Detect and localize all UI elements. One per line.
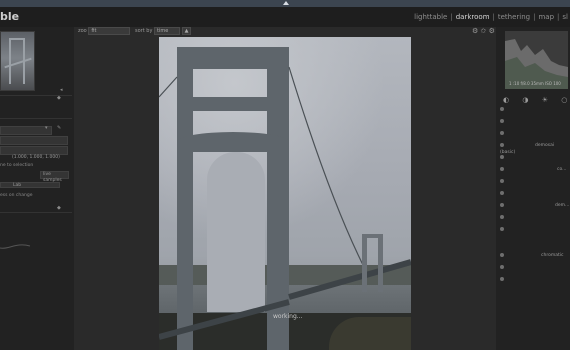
live-samples-button[interactable]: live samples bbox=[40, 171, 69, 183]
chevron-down-icon: ▾ bbox=[45, 125, 48, 131]
module-row[interactable] bbox=[500, 178, 507, 185]
view-separator: | bbox=[557, 13, 560, 21]
circle-icon[interactable]: ◐ bbox=[503, 96, 509, 104]
bridge-cables bbox=[159, 66, 411, 340]
power-icon[interactable] bbox=[500, 178, 504, 183]
histogram-caption: 1 :10 f/8.0 35mm ISO 100 bbox=[509, 81, 561, 86]
sort-label: sort by bbox=[135, 28, 153, 34]
module-label: co... bbox=[557, 167, 567, 172]
divider bbox=[0, 212, 72, 213]
contrast-icon[interactable]: ◑ bbox=[522, 96, 528, 104]
module-row[interactable] bbox=[500, 154, 507, 161]
picker-values: (1.000, 1.000, 1.000) bbox=[12, 155, 60, 160]
power-icon[interactable] bbox=[500, 202, 504, 207]
view-switcher: lighttable | darkroom | tethering | map | sl bbox=[414, 13, 568, 21]
module-row[interactable]: co... bbox=[500, 166, 566, 173]
zoom-control: zoo fit bbox=[78, 27, 131, 36]
expander-arrow-icon[interactable]: ◂ bbox=[60, 87, 63, 93]
sort-dropdown[interactable]: time bbox=[154, 27, 180, 35]
module-row[interactable] bbox=[500, 118, 507, 125]
curve-graph bbox=[0, 244, 31, 249]
view-separator: | bbox=[492, 13, 495, 21]
module-row[interactable]: chromatic bbox=[500, 252, 563, 259]
sort-direction-button[interactable]: ▲ bbox=[181, 27, 192, 35]
power-icon[interactable] bbox=[500, 106, 504, 111]
module-row[interactable] bbox=[500, 214, 507, 221]
top-bar bbox=[0, 0, 570, 7]
power-icon[interactable] bbox=[500, 276, 504, 281]
sample-mode-dropdown[interactable]: Lab bbox=[0, 182, 60, 188]
working-status: working... bbox=[273, 313, 303, 320]
filmstrip-thumbnail[interactable] bbox=[0, 31, 35, 91]
zoom-dropdown[interactable]: fit bbox=[88, 27, 131, 35]
app-logo: ble bbox=[0, 10, 20, 23]
power-icon[interactable] bbox=[500, 166, 504, 171]
module-row[interactable] bbox=[500, 106, 507, 113]
power-icon[interactable] bbox=[500, 130, 504, 135]
view-lighttable[interactable]: lighttable bbox=[414, 13, 447, 21]
restrict-to-selection[interactable]: ne to selection bbox=[0, 163, 33, 168]
picker-type-dropdown[interactable] bbox=[0, 146, 68, 155]
view-slideshow[interactable]: sl bbox=[562, 13, 568, 21]
power-icon[interactable] bbox=[500, 118, 504, 123]
power-icon[interactable] bbox=[500, 190, 504, 195]
main-photo: working... bbox=[159, 37, 411, 350]
module-group-tabs: ◐ ◑ ☀ ○ ⚙ bbox=[503, 96, 570, 104]
compress-on-change[interactable]: ess on change bbox=[0, 193, 32, 198]
sun-icon[interactable]: ☀ bbox=[542, 96, 548, 104]
view-map[interactable]: map bbox=[538, 13, 554, 21]
module-list: demosai (basic) co... dem... chromatic bbox=[496, 106, 570, 350]
star-icon[interactable]: ✩ bbox=[481, 27, 487, 35]
module-row[interactable]: dem... bbox=[500, 202, 569, 209]
gear-icon[interactable]: ⚙ bbox=[472, 27, 478, 35]
power-icon[interactable] bbox=[500, 226, 504, 231]
collapse-top-panel-arrow-icon[interactable] bbox=[283, 1, 289, 5]
power-icon[interactable] bbox=[500, 214, 504, 219]
eyedropper-icon[interactable]: ✎ bbox=[57, 125, 61, 131]
module-row[interactable]: demosai (basic) bbox=[500, 142, 570, 155]
power-icon[interactable] bbox=[500, 154, 504, 159]
divider bbox=[0, 118, 72, 119]
power-icon[interactable] bbox=[500, 142, 504, 147]
view-separator: | bbox=[533, 13, 536, 21]
view-darkroom[interactable]: darkroom bbox=[456, 13, 490, 21]
zoom-label: zoo bbox=[78, 28, 87, 34]
view-tethering[interactable]: tethering bbox=[498, 13, 530, 21]
toolbar-icons: ⚙ ✩ ⚙ bbox=[472, 27, 495, 36]
picker-size-slider[interactable] bbox=[0, 136, 68, 145]
module-label: demosai (basic) bbox=[500, 143, 555, 155]
module-row[interactable] bbox=[500, 264, 507, 271]
power-icon[interactable] bbox=[500, 252, 504, 257]
histogram[interactable]: 1 :10 f/8.0 35mm ISO 100 bbox=[505, 31, 568, 89]
view-separator: | bbox=[450, 13, 453, 21]
collapse-icon[interactable]: ◆ bbox=[57, 95, 61, 101]
sort-control: sort by time ▲ bbox=[135, 27, 192, 36]
collapse-icon[interactable]: ◆ bbox=[57, 205, 61, 211]
filter-icon[interactable]: ⚙ bbox=[489, 27, 495, 35]
module-label: chromatic bbox=[541, 253, 564, 258]
module-row[interactable] bbox=[500, 190, 507, 197]
circle-outline-icon[interactable]: ○ bbox=[561, 96, 567, 104]
divider bbox=[0, 95, 72, 96]
module-row[interactable] bbox=[500, 130, 507, 137]
module-row[interactable] bbox=[500, 226, 507, 233]
module-label: dem... bbox=[555, 203, 570, 208]
power-icon[interactable] bbox=[500, 264, 504, 269]
module-row[interactable] bbox=[500, 276, 507, 283]
